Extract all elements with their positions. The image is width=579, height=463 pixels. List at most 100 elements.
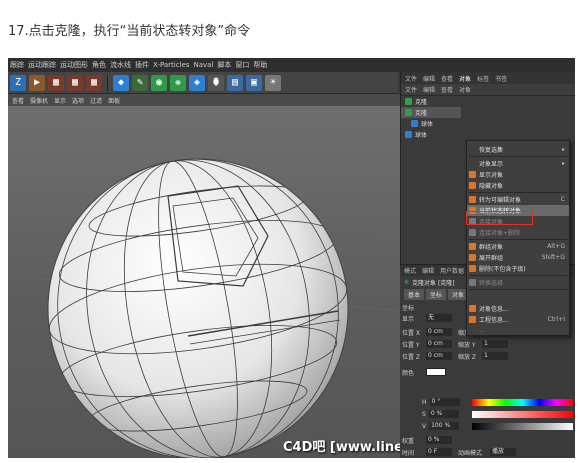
- attr-title: ❋ 克隆对象 [克隆]: [404, 279, 455, 287]
- anim-mode-select[interactable]: 播放: [490, 448, 516, 456]
- hue-bar[interactable]: [472, 399, 573, 406]
- object-row[interactable]: 球体: [401, 129, 461, 140]
- menu-item[interactable]: 窗口: [235, 60, 249, 70]
- viewport-menu-item[interactable]: 过滤: [90, 96, 102, 105]
- convert-icon: [469, 279, 476, 286]
- c4d-window: 跟踪 运动跟踪 运动图形 角色 流水线 插件 X-Particles Naval…: [8, 58, 575, 458]
- h-field[interactable]: 0 °: [429, 398, 460, 406]
- object-row[interactable]: 球体: [401, 118, 461, 129]
- menu-item-object-info[interactable]: 对象信息...: [467, 303, 569, 314]
- menu-divider: [469, 156, 567, 157]
- tab[interactable]: 查看: [441, 74, 453, 83]
- attr-button[interactable]: 坐标: [426, 289, 447, 300]
- pos-y-field[interactable]: 0 cm: [426, 340, 452, 348]
- s-field[interactable]: 0 %: [428, 410, 459, 418]
- clapper-icon[interactable]: ▦: [48, 74, 64, 91]
- sphere-icon: [411, 120, 418, 127]
- scale-y-field[interactable]: 1: [482, 340, 508, 348]
- menu-item-make-editable[interactable]: 转为可编辑对象 C: [467, 194, 569, 205]
- object-row[interactable]: 克隆: [401, 96, 461, 107]
- floor-icon[interactable]: ▤: [227, 74, 243, 91]
- capsule-icon[interactable]: ⬮: [208, 74, 224, 91]
- value-bar[interactable]: [472, 423, 573, 430]
- object-menu-dropdown: 恢复选集 ▸ 对象显示 ▸ 显示对象 隐藏对象 转为可编辑对象 C 当前状态转对象 连…: [466, 140, 570, 336]
- color-swatch[interactable]: [426, 368, 446, 376]
- cloner-icon: [405, 109, 412, 116]
- saturation-bar[interactable]: [472, 411, 573, 418]
- viewport-menu-item[interactable]: 选项: [72, 96, 84, 105]
- v-field[interactable]: 100 %: [429, 422, 460, 430]
- subdivision-icon[interactable]: ◉: [151, 74, 167, 91]
- menu-item-group-objects[interactable]: 群组对象 Alt+G: [467, 241, 569, 252]
- om-menu-item[interactable]: 对象: [459, 85, 471, 94]
- clapper-icon[interactable]: ▦: [67, 74, 83, 91]
- pen-icon[interactable]: ✎: [132, 74, 148, 91]
- scale-z-field[interactable]: 1: [482, 352, 508, 360]
- light-icon[interactable]: ☀: [265, 74, 281, 91]
- pos-x-field[interactable]: 0 cm: [426, 328, 452, 336]
- menu-item-more[interactable]: ...: [467, 325, 569, 336]
- menu-item-convert-selection[interactable]: 转换选择: [467, 277, 569, 288]
- sphere-mesh: [8, 158, 400, 458]
- cloner-icon[interactable]: ❋: [170, 74, 186, 91]
- menu-item[interactable]: 插件: [135, 60, 149, 70]
- object-icon: [469, 182, 476, 189]
- tab-object[interactable]: 对象: [459, 74, 471, 83]
- om-menu-item[interactable]: 查看: [441, 85, 453, 94]
- attr-tab[interactable]: 模式: [404, 266, 416, 275]
- menu-item-connect-delete[interactable]: 连接对象+删除: [467, 227, 569, 238]
- menu-item[interactable]: 脚本: [217, 60, 231, 70]
- menu-item-show-objects[interactable]: 显示对象: [467, 169, 569, 180]
- info-icon: [469, 316, 476, 323]
- menu-item-delete-no-children[interactable]: 删除(不包含子级): [467, 263, 569, 274]
- menu-item-hide-objects[interactable]: 隐藏对象: [467, 180, 569, 191]
- menu-item[interactable]: 跟踪: [10, 60, 24, 70]
- object-manager-toolbar: 文件 编辑 查看 对象: [401, 84, 575, 96]
- menu-divider: [469, 289, 567, 290]
- render-icon[interactable]: ▶: [29, 74, 45, 91]
- menu-item[interactable]: 流水线: [110, 60, 131, 70]
- display-field[interactable]: 无: [426, 314, 452, 322]
- menu-item[interactable]: 运动跟踪: [28, 60, 56, 70]
- viewport-menu-item[interactable]: 摄像机: [30, 96, 48, 105]
- clapper-icon[interactable]: ▦: [86, 74, 102, 91]
- pos-y-row: 位置 Y 0 cm 缩放 Y 1: [402, 339, 508, 349]
- menu-item[interactable]: 角色: [92, 60, 106, 70]
- cloner-icon: ❋: [404, 279, 410, 286]
- z-icon[interactable]: Z: [10, 74, 26, 91]
- tab[interactable]: 标签: [477, 74, 489, 83]
- camera-icon[interactable]: ▣: [246, 74, 262, 91]
- menu-item[interactable]: 运动图形: [60, 60, 88, 70]
- cube-icon[interactable]: ◆: [113, 74, 129, 91]
- attr-tab[interactable]: 编辑: [422, 266, 434, 275]
- tab[interactable]: 编辑: [423, 74, 435, 83]
- viewport[interactable]: 查看 摄像机 显示 选项 过滤 面板: [8, 94, 400, 458]
- menu-item-project-info[interactable]: 工程信息... Ctrl+I: [467, 314, 569, 325]
- menu-item[interactable]: X-Particles: [153, 61, 189, 69]
- menu-bar: 跟踪 运动跟踪 运动图形 角色 流水线 插件 X-Particles Naval…: [8, 58, 575, 72]
- tab[interactable]: 文件: [405, 74, 417, 83]
- om-menu-item[interactable]: 文件: [405, 85, 417, 94]
- attr-tab[interactable]: 用户数据: [440, 266, 464, 275]
- display-row: 显示 无: [402, 313, 452, 323]
- viewport-menu-item[interactable]: 显示: [54, 96, 66, 105]
- group-icon: [469, 254, 476, 261]
- menu-item[interactable]: 帮助: [253, 60, 267, 70]
- object-row[interactable]: 克隆: [401, 107, 461, 118]
- deformer-icon[interactable]: ◈: [189, 74, 205, 91]
- menu-item-object-display[interactable]: 对象显示 ▸: [467, 158, 569, 169]
- tab[interactable]: 书签: [495, 74, 507, 83]
- menu-item-expand-group[interactable]: 展开群组 Shift+G: [467, 252, 569, 263]
- menu-item-restore-selection[interactable]: 恢复选集 ▸: [467, 144, 569, 155]
- object-icon: [469, 171, 476, 178]
- viewport-menu-item[interactable]: 查看: [12, 96, 24, 105]
- time-field[interactable]: 0 F: [426, 448, 452, 456]
- right-tabs: 文件 编辑 查看 对象 标签 书签: [401, 72, 575, 84]
- menu-item[interactable]: Naval: [193, 61, 213, 69]
- weight-field[interactable]: 0 %: [426, 436, 452, 444]
- pos-z-field[interactable]: 0 cm: [426, 352, 452, 360]
- attr-button[interactable]: 基本: [404, 289, 425, 300]
- viewport-menu-item[interactable]: 面板: [108, 96, 120, 105]
- highlight-box: [466, 211, 533, 225]
- om-menu-item[interactable]: 编辑: [423, 85, 435, 94]
